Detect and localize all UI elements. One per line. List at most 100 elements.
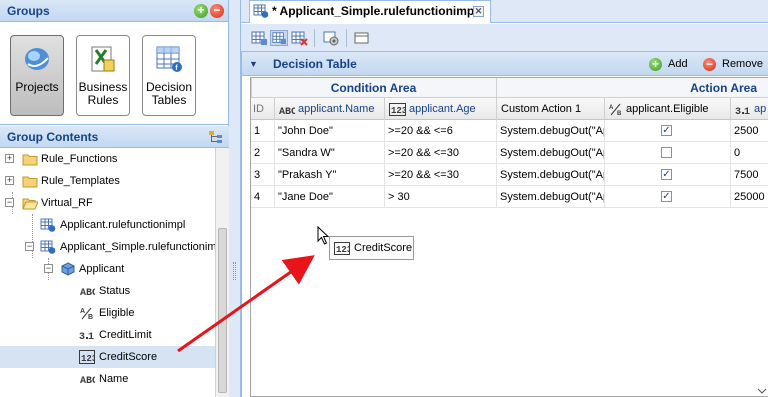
integer-type-icon: 123 xyxy=(79,350,95,364)
cell-credit[interactable]: 25000 xyxy=(731,186,768,208)
svg-text:3: 3 xyxy=(79,332,85,342)
column-header-custom-action-1[interactable]: Custom Action 1 xyxy=(497,98,605,120)
folder-icon xyxy=(22,154,38,166)
expand-icon[interactable]: + xyxy=(5,154,14,163)
tree-item-rule-templates[interactable]: + Rule_Templates xyxy=(0,170,215,192)
cell-age[interactable]: >=20 && <=6 xyxy=(385,120,497,142)
remove-group-icon[interactable]: − xyxy=(210,4,224,18)
cell-credit[interactable]: 2500 xyxy=(731,120,768,142)
cell-age[interactable]: >=20 && <=30 xyxy=(385,164,497,186)
condition-area-header: Condition Area xyxy=(251,78,497,98)
rulefunction-icon xyxy=(40,218,56,232)
svg-text:ABC: ABC xyxy=(279,107,295,116)
tree-item-label: Name xyxy=(99,373,129,385)
tree-item-virtual-rf[interactable]: − Virtual_RF xyxy=(0,192,215,214)
cell-name[interactable]: "John Doe" xyxy=(275,120,385,142)
integer-type-icon: 123 xyxy=(389,102,406,116)
tree-item-creditlimit[interactable]: 31 CreditLimit xyxy=(0,324,215,346)
cell-name[interactable]: "Sandra W" xyxy=(275,142,385,164)
collapse-icon[interactable]: − xyxy=(25,242,34,251)
cell-custom-action[interactable]: System.debugOut("Ap xyxy=(497,120,605,142)
tree-scrollbar[interactable] xyxy=(215,148,229,397)
projects-label: Projects xyxy=(15,80,59,94)
tree-item-creditscore[interactable]: 123 CreditScore xyxy=(0,346,215,368)
decision-table-title: Decision Table xyxy=(273,57,357,71)
cell-eligible[interactable]: ✓ xyxy=(605,186,731,208)
string-type-icon: ABC xyxy=(279,107,295,116)
column-header-applicant-eligible[interactable]: A Bapplicant.Eligible xyxy=(605,98,731,120)
close-tab-icon[interactable]: ✕ xyxy=(473,6,484,17)
remove-icon: − xyxy=(703,58,716,71)
table-view-icon[interactable] xyxy=(250,30,268,46)
column-header-applicant-name[interactable]: ABCapplicant.Name xyxy=(275,98,385,120)
cell-custom-action[interactable]: System.debugOut("Ap xyxy=(497,142,605,164)
folder-open-icon xyxy=(22,198,38,210)
collapse-icon[interactable]: − xyxy=(5,198,14,207)
tree-item-label: Applicant_Simple.rulefunctionimpl xyxy=(60,241,215,253)
tree-item-label: CreditLimit xyxy=(99,329,152,341)
panel-splitter[interactable] xyxy=(229,0,241,397)
splitter-grip-icon[interactable] xyxy=(233,262,236,280)
double-type-icon: 31 xyxy=(79,332,94,342)
table-row[interactable]: 4 "Jane Doe" > 30 System.debugOut("Ap ✓ … xyxy=(251,186,768,208)
integer-type-icon: 123 xyxy=(334,242,350,255)
tree-item-rule-functions[interactable]: + Rule_Functions xyxy=(0,148,215,170)
folder-icon xyxy=(22,176,38,188)
checkbox-checked[interactable]: ✓ xyxy=(661,191,672,202)
tree-item-applicant-concept[interactable]: − Applicant xyxy=(0,258,215,280)
scroll-down-icon[interactable] xyxy=(756,372,768,397)
checkbox-checked[interactable]: ✓ xyxy=(661,169,672,180)
decision-tables-button[interactable]: f Decision Tables xyxy=(142,35,196,116)
table-row[interactable]: 3 "Prakash Y" >=20 && <=30 System.debugO… xyxy=(251,164,768,186)
projects-icon xyxy=(25,48,49,70)
column-header-label: applicant.Age xyxy=(409,103,476,115)
tree-item-applicant-simple-rulefunctionimpl[interactable]: − Applicant_Simple.rulefunctionimpl xyxy=(0,236,215,258)
business-rules-label-2: Rules xyxy=(87,93,119,107)
cell-credit[interactable]: 0 xyxy=(731,142,768,164)
add-group-icon[interactable]: + xyxy=(194,4,208,18)
business-rules-button[interactable]: Business Rules xyxy=(76,35,130,116)
tree-options-icon[interactable] xyxy=(209,131,223,143)
settings-icon[interactable] xyxy=(322,30,340,46)
cell-custom-action[interactable]: System.debugOut("Ap xyxy=(497,164,605,186)
expand-icon[interactable]: + xyxy=(5,176,14,185)
cell-age[interactable]: >=20 && <=30 xyxy=(385,142,497,164)
rulefunction-icon xyxy=(40,240,56,254)
collapse-panel-icon[interactable]: ▼ xyxy=(249,52,258,76)
column-header-applicant-creditlimit[interactable]: 3 1 ap xyxy=(731,98,768,120)
editor-tab[interactable]: * Applicant_Simple.rulefunctionimpl ✕ xyxy=(249,0,491,23)
cell-id: 3 xyxy=(251,164,275,186)
collapse-icon[interactable]: − xyxy=(44,264,53,273)
decision-table-panel: ▼ Decision Table + Add − Remove Conditio… xyxy=(241,52,768,397)
tree-item-status[interactable]: ABC Status xyxy=(0,280,215,302)
tree-item-applicant-rulefunctionimpl[interactable]: Applicant.rulefunctionimpl xyxy=(0,214,215,236)
table-row[interactable]: 2 "Sandra W" >=20 && <=30 System.debugOu… xyxy=(251,142,768,164)
column-header-id[interactable]: ID xyxy=(251,98,275,120)
cell-name[interactable]: "Jane Doe" xyxy=(275,186,385,208)
cell-name[interactable]: "Prakash Y" xyxy=(275,164,385,186)
table-row[interactable]: 1 "John Doe" >=20 && <=6 System.debugOut… xyxy=(251,120,768,142)
cell-age[interactable]: > 30 xyxy=(385,186,497,208)
column-header-label: Custom Action 1 xyxy=(501,103,582,115)
editor-tabstrip: * Applicant_Simple.rulefunctionimpl ✕ xyxy=(241,0,768,23)
exception-table-icon[interactable] xyxy=(290,30,308,46)
tree-scrollbar-thumb[interactable] xyxy=(218,228,227,393)
cell-eligible[interactable] xyxy=(605,142,731,164)
cell-eligible[interactable]: ✓ xyxy=(605,164,731,186)
properties-icon[interactable] xyxy=(353,30,371,46)
cell-eligible[interactable]: ✓ xyxy=(605,120,731,142)
checkbox-checked[interactable]: ✓ xyxy=(661,125,672,136)
svg-text:A: A xyxy=(609,105,614,111)
decision-table-view-icon[interactable] xyxy=(270,30,288,46)
column-header-applicant-age[interactable]: 123 applicant.Age xyxy=(385,98,497,120)
decision-tables-icon: f xyxy=(156,46,182,72)
cell-custom-action[interactable]: System.debugOut("Ap xyxy=(497,186,605,208)
tree-item-eligible[interactable]: AB Eligible xyxy=(0,302,215,324)
groups-header: Groups + − xyxy=(0,0,228,22)
projects-button[interactable]: Projects xyxy=(10,35,64,116)
drag-ghost: 123 CreditScore xyxy=(329,236,414,260)
tree-item-name[interactable]: ABC Name xyxy=(0,368,215,390)
cell-credit[interactable]: 7500 xyxy=(731,164,768,186)
concept-icon xyxy=(61,262,75,276)
checkbox-unchecked[interactable] xyxy=(661,147,672,158)
